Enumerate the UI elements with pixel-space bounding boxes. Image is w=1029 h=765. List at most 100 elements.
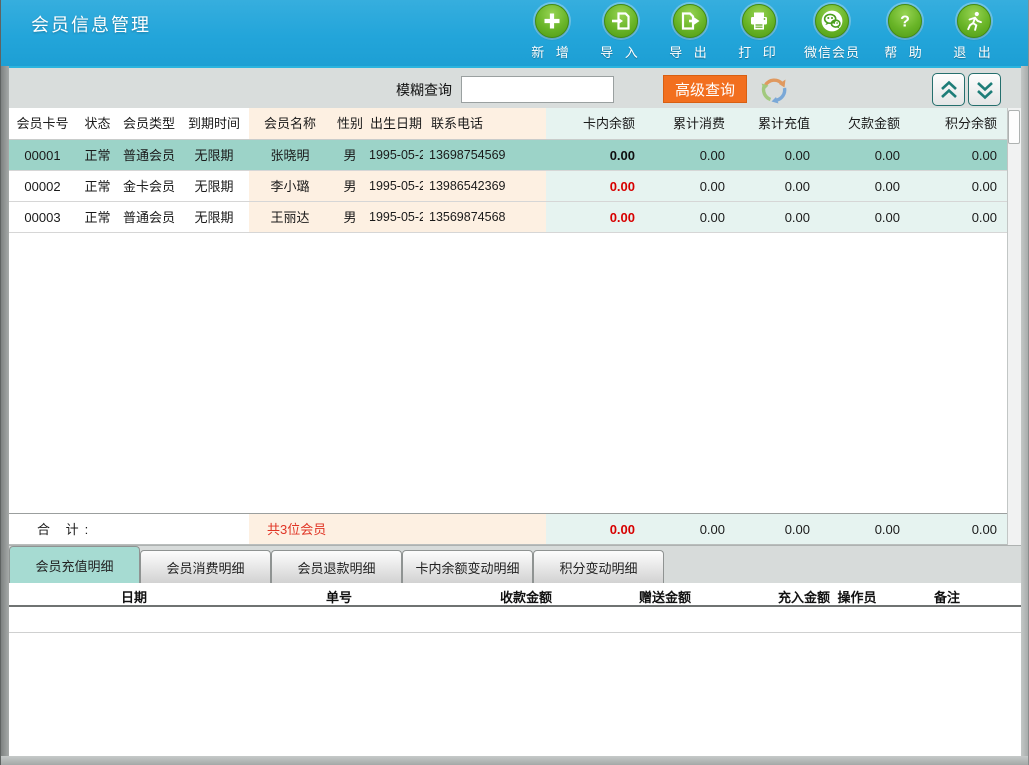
- tab-refund-detail[interactable]: 会员退款明细: [271, 550, 402, 583]
- summary-label: 合 计:: [37, 522, 95, 537]
- detail-table-body: [9, 607, 1021, 756]
- cell-balance: 0.00: [546, 202, 641, 232]
- detail-tabstrip: 会员充值明细 会员消费明细 会员退款明细 卡内余额变动明细 积分变动明细: [9, 545, 1021, 583]
- help-button-label: 帮 助: [884, 45, 926, 60]
- cell-points: 0.00: [906, 140, 1009, 170]
- cell-name: 张晓明: [249, 140, 331, 170]
- cell-total-recharge: 0.00: [731, 202, 816, 232]
- cell-phone: 13569874568: [423, 202, 546, 232]
- cell-points: 0.00: [906, 202, 1009, 232]
- exit-icon: [957, 4, 991, 38]
- help-button[interactable]: ? 帮 助: [877, 4, 933, 61]
- left-edge-strip: [1, 66, 9, 756]
- summary-debt: 0.00: [816, 514, 906, 544]
- export-icon: [673, 4, 707, 38]
- detail-column-header: 操作员: [837, 590, 877, 605]
- cell-expiry: 无限期: [194, 210, 234, 225]
- refresh-icon[interactable]: [756, 72, 792, 108]
- advanced-search-button[interactable]: 高级查询: [663, 75, 747, 103]
- scrollbar-thumb[interactable]: [1008, 110, 1020, 144]
- cell-expiry: 无限期: [179, 140, 249, 170]
- table-row[interactable]: 00001 正常 普通会员 无限期 张晓明 男 1995-05-27 13698…: [9, 140, 1009, 171]
- wechat-member-button[interactable]: 微信会员: [800, 4, 864, 61]
- help-icon: ?: [888, 4, 922, 38]
- cell-status: 正常: [84, 179, 111, 194]
- cell-debt: 0.00: [816, 171, 906, 201]
- titlebar: 会员信息管理 新 增 导 入 导 出 打 印 微信会员 ? 帮 助 退 出: [1, 0, 1028, 66]
- cell-status: 正常: [84, 210, 111, 225]
- summary-row: 合 计: 共3位会员 0.00 0.00 0.00 0.00 0.00: [9, 513, 1009, 545]
- column-header: 累计充值: [731, 108, 816, 139]
- cell-total-consume: 0.00: [641, 202, 731, 232]
- summary-total-consume: 0.00: [641, 514, 731, 544]
- column-header: 性别: [331, 108, 369, 139]
- toolbar: 新 增 导 入 导 出 打 印 微信会员 ? 帮 助 退 出: [524, 4, 1002, 61]
- export-button[interactable]: 导 出: [662, 4, 718, 61]
- cell-points: 0.00: [906, 171, 1009, 201]
- column-header: 会员名称: [249, 108, 331, 139]
- wechat-member-button-label: 微信会员: [803, 45, 860, 60]
- column-header: 联系电话: [423, 108, 546, 139]
- cell-phone: 13986542369: [423, 171, 546, 201]
- printer-icon: [742, 4, 776, 38]
- column-header: 会员卡号: [16, 116, 69, 131]
- export-button-label: 导 出: [669, 45, 711, 60]
- cell-balance: 0.00: [546, 140, 641, 170]
- cell-card-no: 00003: [24, 210, 61, 225]
- add-button-label: 新 增: [531, 45, 573, 60]
- cell-birth: 1995-05-27: [369, 202, 423, 232]
- tab-balance-change-detail[interactable]: 卡内余额变动明细: [402, 550, 533, 583]
- add-button[interactable]: 新 增: [524, 4, 580, 61]
- detail-column-header: 收款金额: [499, 590, 553, 605]
- cell-total-recharge: 0.00: [731, 171, 816, 201]
- exit-button-label: 退 出: [953, 45, 995, 60]
- cell-gender: 男: [331, 202, 369, 232]
- chevron-double-up-icon[interactable]: [932, 73, 965, 106]
- cell-total-consume: 0.00: [641, 171, 731, 201]
- detail-column-header: 赠送金额: [638, 590, 692, 605]
- table-row[interactable]: 00003 正常 普通会员 无限期 王丽达 男 1995-05-27 13569…: [9, 202, 1009, 233]
- member-info-window: 会员信息管理 新 增 导 入 导 出 打 印 微信会员 ? 帮 助 退 出 模糊…: [0, 0, 1029, 765]
- cell-card-no: 00001: [9, 140, 76, 170]
- column-header: 到期时间: [187, 116, 240, 131]
- import-button-label: 导 入: [600, 45, 642, 60]
- detail-empty-row: [9, 607, 1021, 633]
- import-icon: [604, 4, 638, 38]
- import-button[interactable]: 导 入: [593, 4, 649, 61]
- cell-total-consume: 0.00: [641, 140, 731, 170]
- fuzzy-search-input[interactable]: [461, 76, 614, 103]
- bottom-edge-strip: [1, 756, 1028, 765]
- panel-pager: [932, 73, 1001, 106]
- chevron-double-down-icon[interactable]: [968, 73, 1001, 106]
- member-table-header: 会员卡号 状态 会员类型 到期时间 会员名称 性别 出生日期 联系电话 卡内余额…: [9, 108, 1009, 140]
- vertical-scrollbar[interactable]: [1007, 108, 1021, 545]
- tab-consume-detail[interactable]: 会员消费明细: [140, 550, 271, 583]
- cell-type: 普通会员: [122, 210, 175, 225]
- column-header: 会员类型: [122, 116, 175, 131]
- cell-gender: 男: [331, 171, 369, 201]
- summary-balance: 0.00: [546, 514, 641, 544]
- detail-column-header: 日期: [120, 590, 148, 605]
- column-header: 状态: [84, 116, 111, 131]
- cell-birth: 1995-05-27: [369, 140, 423, 170]
- print-button[interactable]: 打 印: [731, 4, 787, 61]
- tab-recharge-detail[interactable]: 会员充值明细: [9, 546, 140, 583]
- summary-total-recharge: 0.00: [731, 514, 816, 544]
- member-count-text: 共3位会员: [249, 514, 546, 544]
- fuzzy-search-label: 模糊查询: [396, 82, 452, 98]
- tab-points-change-detail[interactable]: 积分变动明细: [533, 550, 664, 583]
- cell-balance: 0.00: [546, 171, 641, 201]
- table-empty-area: [9, 233, 1009, 513]
- member-table: 会员卡号 状态 会员类型 到期时间 会员名称 性别 出生日期 联系电话 卡内余额…: [9, 108, 1021, 545]
- cell-birth: 1995-05-27: [369, 171, 423, 201]
- cell-type: 金卡会员: [122, 179, 175, 194]
- detail-column-header: 备注: [933, 590, 961, 605]
- exit-button[interactable]: 退 出: [946, 4, 1002, 61]
- column-header: 卡内余额: [546, 108, 641, 139]
- column-header: 积分余额: [906, 108, 1009, 139]
- column-header: 出生日期: [369, 108, 423, 139]
- right-edge-strip: [1021, 66, 1028, 756]
- plus-icon: [535, 4, 569, 38]
- table-row[interactable]: 00002 正常 金卡会员 无限期 李小璐 男 1995-05-27 13986…: [9, 171, 1009, 202]
- cell-gender: 男: [331, 140, 369, 170]
